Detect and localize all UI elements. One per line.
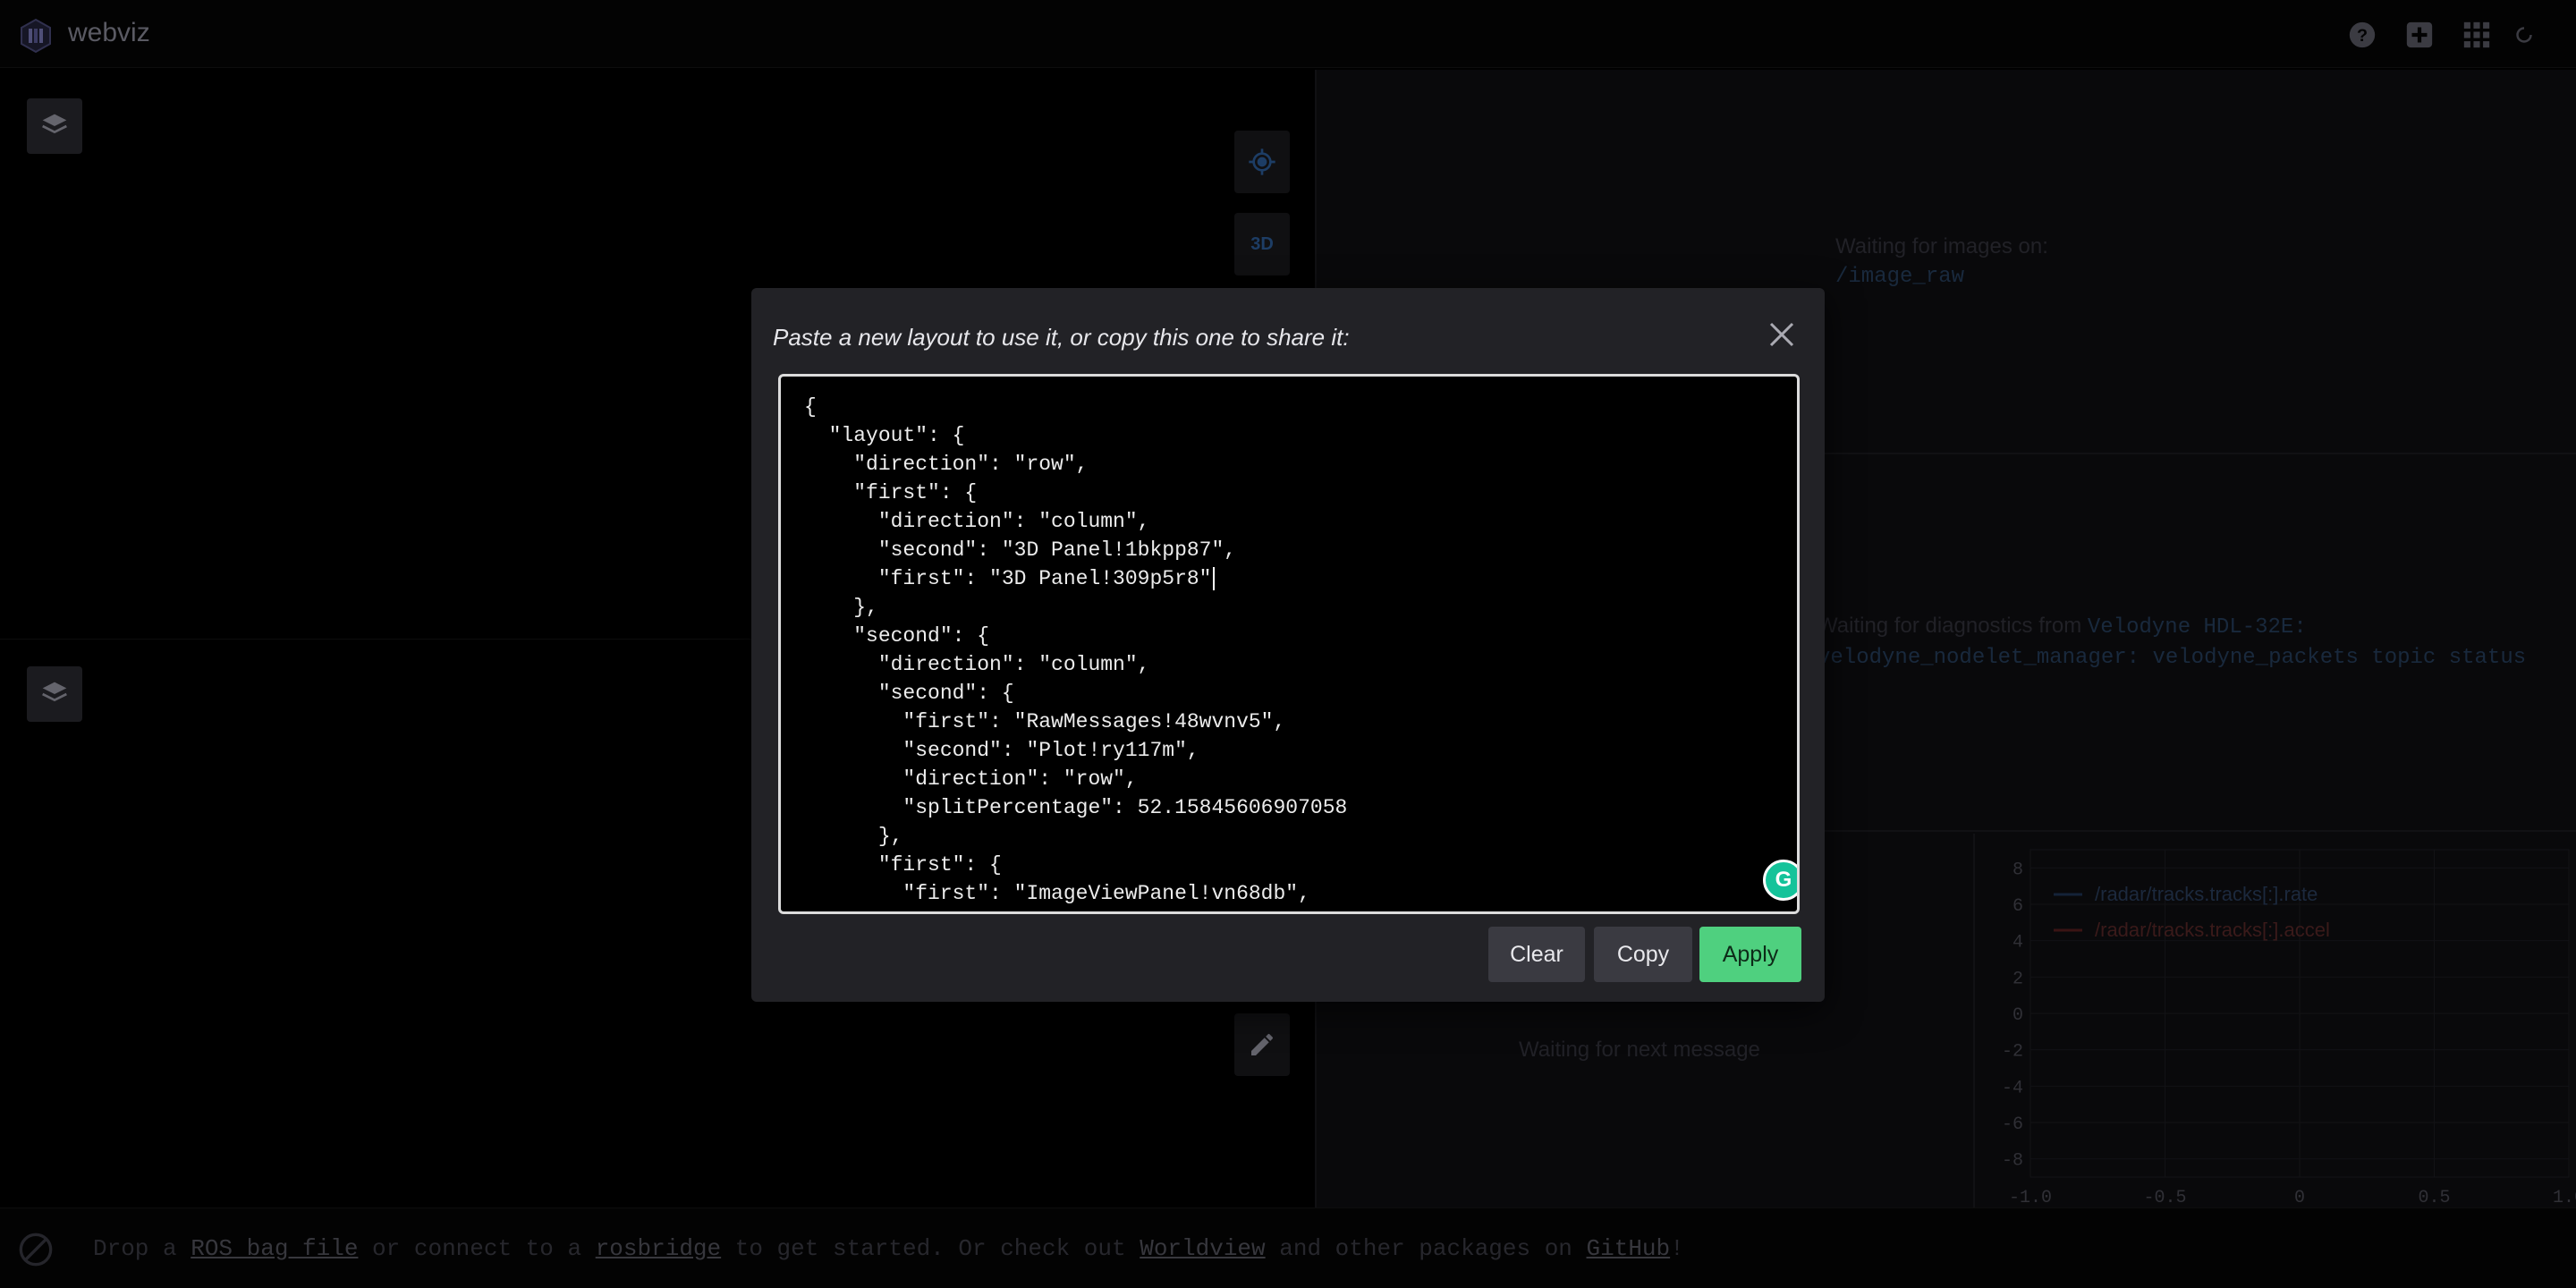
modal-prompt: Paste a new layout to use it, or copy th… [773, 324, 1350, 351]
close-icon[interactable] [1766, 318, 1798, 351]
layout-json-textarea[interactable]: { "layout": { "direction": "row", "first… [778, 374, 1800, 914]
layout-json-text: { "layout": { "direction": "row", "first… [804, 393, 1347, 908]
apply-button[interactable]: Apply [1699, 927, 1801, 982]
text-caret [1213, 566, 1216, 590]
share-layout-modal: Paste a new layout to use it, or copy th… [751, 288, 1825, 1002]
grammarly-icon[interactable]: G [1763, 860, 1797, 901]
copy-button[interactable]: Copy [1594, 927, 1692, 982]
layout-json-part2: }, "second": { "direction": "column", "s… [853, 596, 1348, 905]
layout-json-part1: { "layout": { "direction": "row", "first… [804, 395, 1237, 590]
clear-button[interactable]: Clear [1488, 927, 1585, 982]
